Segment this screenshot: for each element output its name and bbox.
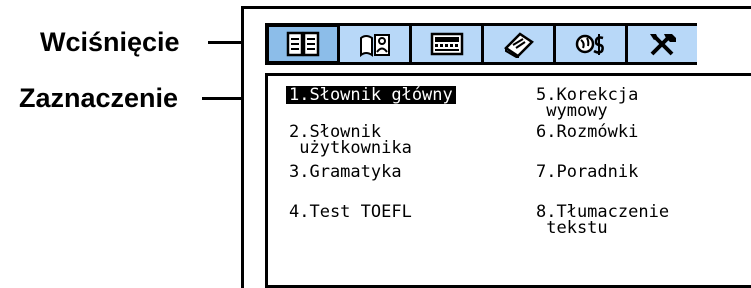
menu-item-main-dictionary[interactable]: 1.Słownik główny (286, 86, 456, 104)
menu-item-guide[interactable]: 7.Poradnik (536, 164, 638, 181)
menu-item-toefl-test[interactable]: 4.Test TOEFL (289, 204, 412, 221)
menu-item-grammar[interactable]: 3.Gramatyka (289, 164, 402, 181)
callout-selection: Zaznaczenie (0, 83, 274, 114)
device-screen: 1.Słownik główny 2.Słownik użytkownika 3… (241, 6, 751, 288)
callout-pressed-label: Wciśnięcie (40, 27, 180, 57)
callout-pressed: Wciśnięcie (0, 27, 270, 58)
tool-button-keyboard[interactable] (409, 23, 481, 65)
tools-icon (649, 34, 676, 56)
menu-item-user-dictionary[interactable]: 2.Słownik użytkownika (289, 124, 412, 157)
tool-button-book[interactable] (481, 23, 553, 65)
tool-button-tools[interactable] (625, 23, 697, 65)
menu-item-pronunciation[interactable]: 5.Korekcja wymowy (536, 87, 638, 120)
callout-selection-label: Zaznaczenie (19, 83, 179, 113)
book-user-icon (359, 34, 390, 58)
tool-button-globe-currency[interactable] (553, 23, 625, 65)
toolbar (265, 23, 697, 65)
tool-button-dictionary[interactable] (265, 23, 337, 65)
menu-item-text-translation[interactable]: 8.Tłumaczenie tekstu (536, 204, 669, 237)
closed-book-icon (503, 32, 534, 58)
open-book-icon (286, 31, 320, 57)
tool-button-user-dictionary[interactable] (337, 23, 409, 65)
menu-item-phrasebook[interactable]: 6.Rozmówki (536, 124, 638, 141)
keyboard-icon (430, 32, 463, 56)
menu-panel: 1.Słownik główny 2.Słownik użytkownika 3… (265, 73, 751, 288)
globe-currency-icon (575, 34, 604, 55)
